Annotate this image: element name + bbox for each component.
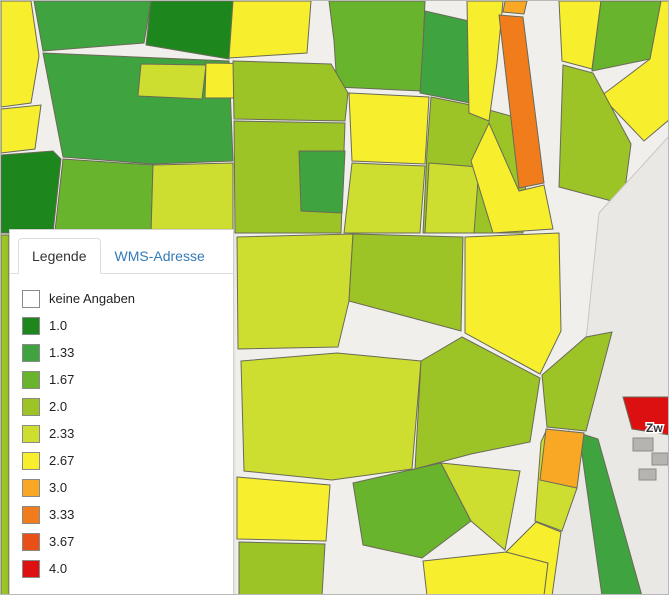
legend-item-label: 3.0 [49,479,67,497]
legend-color-swatch [22,452,40,470]
legend-color-swatch [22,479,40,497]
legend-color-swatch [22,371,40,389]
legend-item-label: 1.67 [49,371,74,389]
legend-color-swatch [22,317,40,335]
map-parcel [239,542,325,595]
legend-color-swatch [22,290,40,308]
legend-item-label: keine Angaben [49,290,135,308]
legend-item: 4.0 [22,560,221,578]
legend-tab-bar: Legende WMS-Adresse [10,230,233,274]
map-parcel [349,234,463,331]
map-parcel [34,1,151,51]
tab-legende[interactable]: Legende [18,238,101,274]
legend-item: 2.67 [22,452,221,470]
map-parcel [1,151,61,233]
legend-item: keine Angaben [22,290,221,308]
legend-item: 1.67 [22,371,221,389]
legend-item: 3.33 [22,506,221,524]
map-parcel [1,1,39,107]
legend-item-label: 1.33 [49,344,74,362]
map-viewer: Zw Legende WMS-Adresse keine Angaben 1.0 1… [0,0,669,595]
map-parcel [299,151,345,213]
place-label: Zw [646,421,663,435]
map-parcel [233,61,348,121]
map-parcel [344,163,425,233]
map-parcel [241,353,421,480]
legend-item-label: 2.33 [49,425,74,443]
map-parcel [146,1,233,59]
legend-panel: Legende WMS-Adresse keine Angaben 1.0 1.33… [9,229,234,595]
legend-item: 1.0 [22,317,221,335]
map-parcel [425,163,479,233]
legend-item-label: 3.67 [49,533,74,551]
legend-item-label: 3.33 [49,506,74,524]
legend-item-label: 4.0 [49,560,67,578]
building [639,469,656,480]
legend-color-swatch [22,398,40,416]
legend-item: 3.0 [22,479,221,497]
map-parcel [467,1,503,121]
map-parcel [540,429,584,488]
legend-item: 3.67 [22,533,221,551]
map-parcel [237,234,353,349]
legend-item: 2.33 [22,425,221,443]
map-parcel [237,477,330,541]
map-parcel [503,1,527,14]
legend-item: 1.33 [22,344,221,362]
building [633,438,653,451]
legend-color-swatch [22,425,40,443]
legend-color-swatch [22,533,40,551]
legend-color-swatch [22,344,40,362]
map-parcel [55,159,153,233]
map-parcel [1,235,9,595]
tab-wms-adresse[interactable]: WMS-Adresse [101,238,219,274]
legend-item-label: 1.0 [49,317,67,335]
legend-item: 2.0 [22,398,221,416]
map-parcel [151,163,233,233]
legend-color-swatch [22,560,40,578]
legend-color-swatch [22,506,40,524]
map-parcel [229,1,311,58]
legend-item-label: 2.67 [49,452,74,470]
building [652,453,668,465]
map-parcel [1,105,41,153]
legend-item-label: 2.0 [49,398,67,416]
legend-list: keine Angaben 1.0 1.33 1.67 2.0 2.33 2.67 3.0 3.… [10,274,233,595]
map-parcel [138,64,206,99]
map-parcel [349,93,429,164]
map-parcel [329,1,425,91]
